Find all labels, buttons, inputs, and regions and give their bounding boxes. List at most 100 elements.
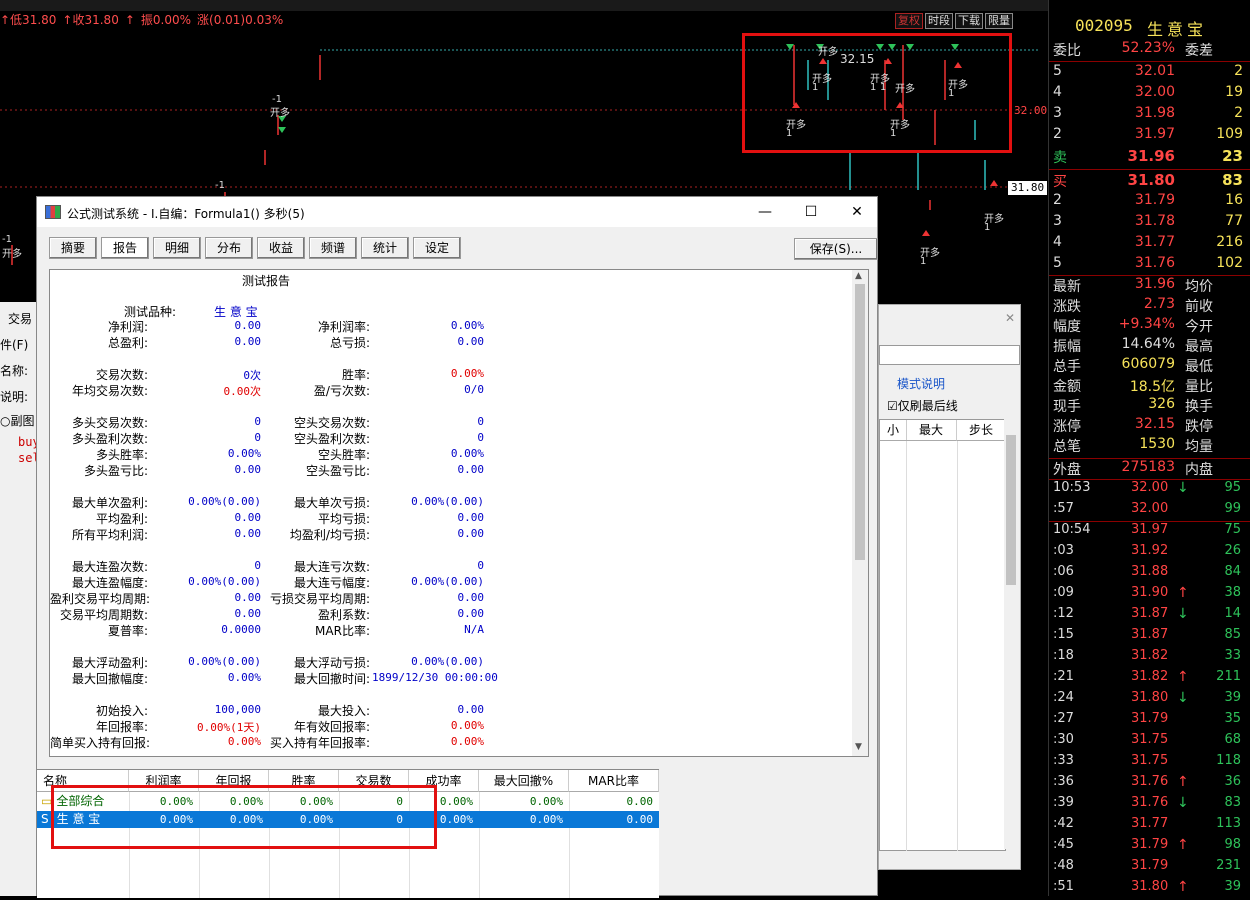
close-icon[interactable]: ✕ [1005, 311, 1019, 325]
stat-label: 振幅 [1053, 339, 1081, 355]
tick-row: :18 31.82 33 [1049, 648, 1250, 669]
tick-time: :42 [1053, 816, 1074, 831]
tab-报告[interactable]: 报告 [101, 237, 149, 259]
code-line: buy [18, 435, 38, 449]
report-label: 多头盈亏比: [83, 464, 148, 478]
param-dialog-partial: ✕ 模式说明 ☑仅刷最后线 小 最大 步长 [878, 304, 1021, 870]
tick-price: 31.80 [1131, 879, 1169, 894]
stock-code: 002095 [1075, 16, 1133, 35]
tick-row: :36 31.76 ↑ 36 [1049, 774, 1250, 795]
maximize-icon[interactable]: ☐ [793, 201, 829, 223]
tick-time: :15 [1053, 627, 1074, 642]
grid-line [906, 441, 907, 851]
stat-label: 总笔 [1053, 439, 1081, 455]
formula-test-dialog: 公式测试系统 - I.自编：Formula1() 多秒(5) — ☐ ✕ 摘要报… [36, 196, 878, 898]
report-label: 最大连亏幅度: [293, 576, 370, 590]
stat-row: 总手 606079 最低 [1049, 356, 1250, 377]
tab-收益[interactable]: 收益 [257, 237, 305, 259]
report-value: 0.00% [450, 719, 484, 732]
refresh-last-checkbox[interactable]: ☑仅刷最后线 [887, 397, 958, 414]
tab-摘要[interactable]: 摘要 [49, 237, 97, 259]
tick-price: 32.00 [1131, 501, 1169, 516]
scroll-thumb[interactable] [1006, 435, 1016, 585]
order-price: 31.80 [1127, 171, 1175, 189]
report-value: 0.00% [450, 735, 484, 748]
desc-label: 说明: [0, 390, 29, 404]
subchart-radio[interactable]: ○副图 [0, 412, 35, 429]
report-value: 0.00 [457, 591, 485, 604]
tick-volume: 38 [1224, 585, 1241, 600]
scroll-up-icon[interactable]: ▲ [855, 271, 862, 281]
arrow-up-icon: ↑ [1177, 669, 1189, 685]
stock-icon: S [41, 812, 49, 826]
tick-row: :30 31.75 68 [1049, 732, 1250, 753]
tick-volume: 211 [1216, 669, 1241, 684]
tab-频谱[interactable]: 频谱 [309, 237, 357, 259]
stat-value: +9.34% [1118, 316, 1175, 332]
stat-label: 量比 [1185, 379, 1213, 395]
order-level: 2 [1053, 126, 1062, 142]
order-price: 31.77 [1134, 234, 1175, 250]
report-value: 0.00% [227, 671, 261, 684]
stat-value: 31.96 [1134, 276, 1175, 292]
stat-value: 1530 [1139, 436, 1175, 452]
tick-time: :36 [1053, 774, 1074, 789]
param-table: 小 最大 步长 [879, 419, 1006, 851]
report-value: 0 [254, 559, 261, 572]
file-menu[interactable]: 件(F) [0, 336, 28, 353]
order-price: 32.00 [1134, 84, 1175, 100]
column-header[interactable]: 最大回撤% [479, 770, 569, 792]
order-book-row: 2 31.97 109 [1049, 126, 1250, 147]
dialog-titlebar[interactable]: 公式测试系统 - I.自编：Formula1() 多秒(5) — ☐ ✕ [37, 197, 877, 227]
tick-price: 31.87 [1131, 606, 1169, 621]
order-volume: 109 [1216, 126, 1243, 142]
close-icon[interactable]: ✕ [839, 201, 875, 223]
tick-time: :45 [1053, 837, 1074, 852]
trade-dialog-title: 交易 [8, 312, 33, 326]
mode-help-link[interactable]: 模式说明 [897, 375, 945, 392]
tick-time: :06 [1053, 564, 1074, 579]
tick-volume: 95 [1224, 480, 1241, 495]
tab-设定[interactable]: 设定 [413, 237, 461, 259]
stat-value: 32.15 [1134, 416, 1175, 432]
report-value: 0.00%(0.00) [188, 655, 261, 668]
report-value: 0.00 [234, 319, 262, 332]
tick-row: :51 31.80 ↑ 39 [1049, 879, 1250, 900]
save-button[interactable]: 保存(S)... [794, 238, 878, 260]
param-input[interactable] [879, 345, 1020, 365]
tick-time: :57 [1053, 501, 1074, 516]
report-label: 所有平均利润: [71, 528, 148, 542]
param-table-scrollbar[interactable] [1004, 419, 1018, 849]
report-title: 测试报告 [242, 274, 291, 288]
report-label: 净利润率: [317, 320, 370, 334]
report-scrollbar[interactable]: ▲ ▼ [852, 270, 868, 756]
waipan-label: 外盘 [1053, 462, 1081, 478]
tick-volume: 84 [1224, 564, 1241, 579]
last-price-marker: 31.80 [1008, 181, 1048, 195]
code-line: sel [18, 451, 38, 465]
weibi-label: 委比 [1053, 43, 1081, 59]
scroll-thumb[interactable] [855, 284, 865, 560]
tab-统计[interactable]: 统计 [361, 237, 409, 259]
tick-row: :06 31.88 84 [1049, 564, 1250, 585]
order-price: 31.97 [1134, 126, 1175, 142]
tab-分布[interactable]: 分布 [205, 237, 253, 259]
tick-row: :15 31.87 85 [1049, 627, 1250, 648]
report-value: 0.00 [234, 511, 262, 524]
scroll-down-icon[interactable]: ▼ [855, 742, 862, 752]
tab-明细[interactable]: 明细 [153, 237, 201, 259]
report-value: 100,000 [214, 703, 261, 716]
stat-value: 2.73 [1143, 296, 1175, 312]
column-header[interactable]: MAR比率 [569, 770, 659, 792]
stat-label: 总手 [1053, 359, 1081, 375]
stat-label: 前收 [1185, 299, 1213, 315]
stat-row: 最新 31.96 均价 [1049, 276, 1250, 297]
tick-price: 31.79 [1131, 858, 1169, 873]
tick-volume: 113 [1216, 816, 1241, 831]
minimize-icon[interactable]: — [747, 201, 783, 223]
order-level: 5 [1053, 255, 1062, 271]
tick-time: :27 [1053, 711, 1074, 726]
report-value: 0.00% [450, 367, 484, 380]
stat-row: 涨跌 2.73 前收 [1049, 296, 1250, 317]
stat-row: 金额 18.5亿 量比 [1049, 376, 1250, 397]
